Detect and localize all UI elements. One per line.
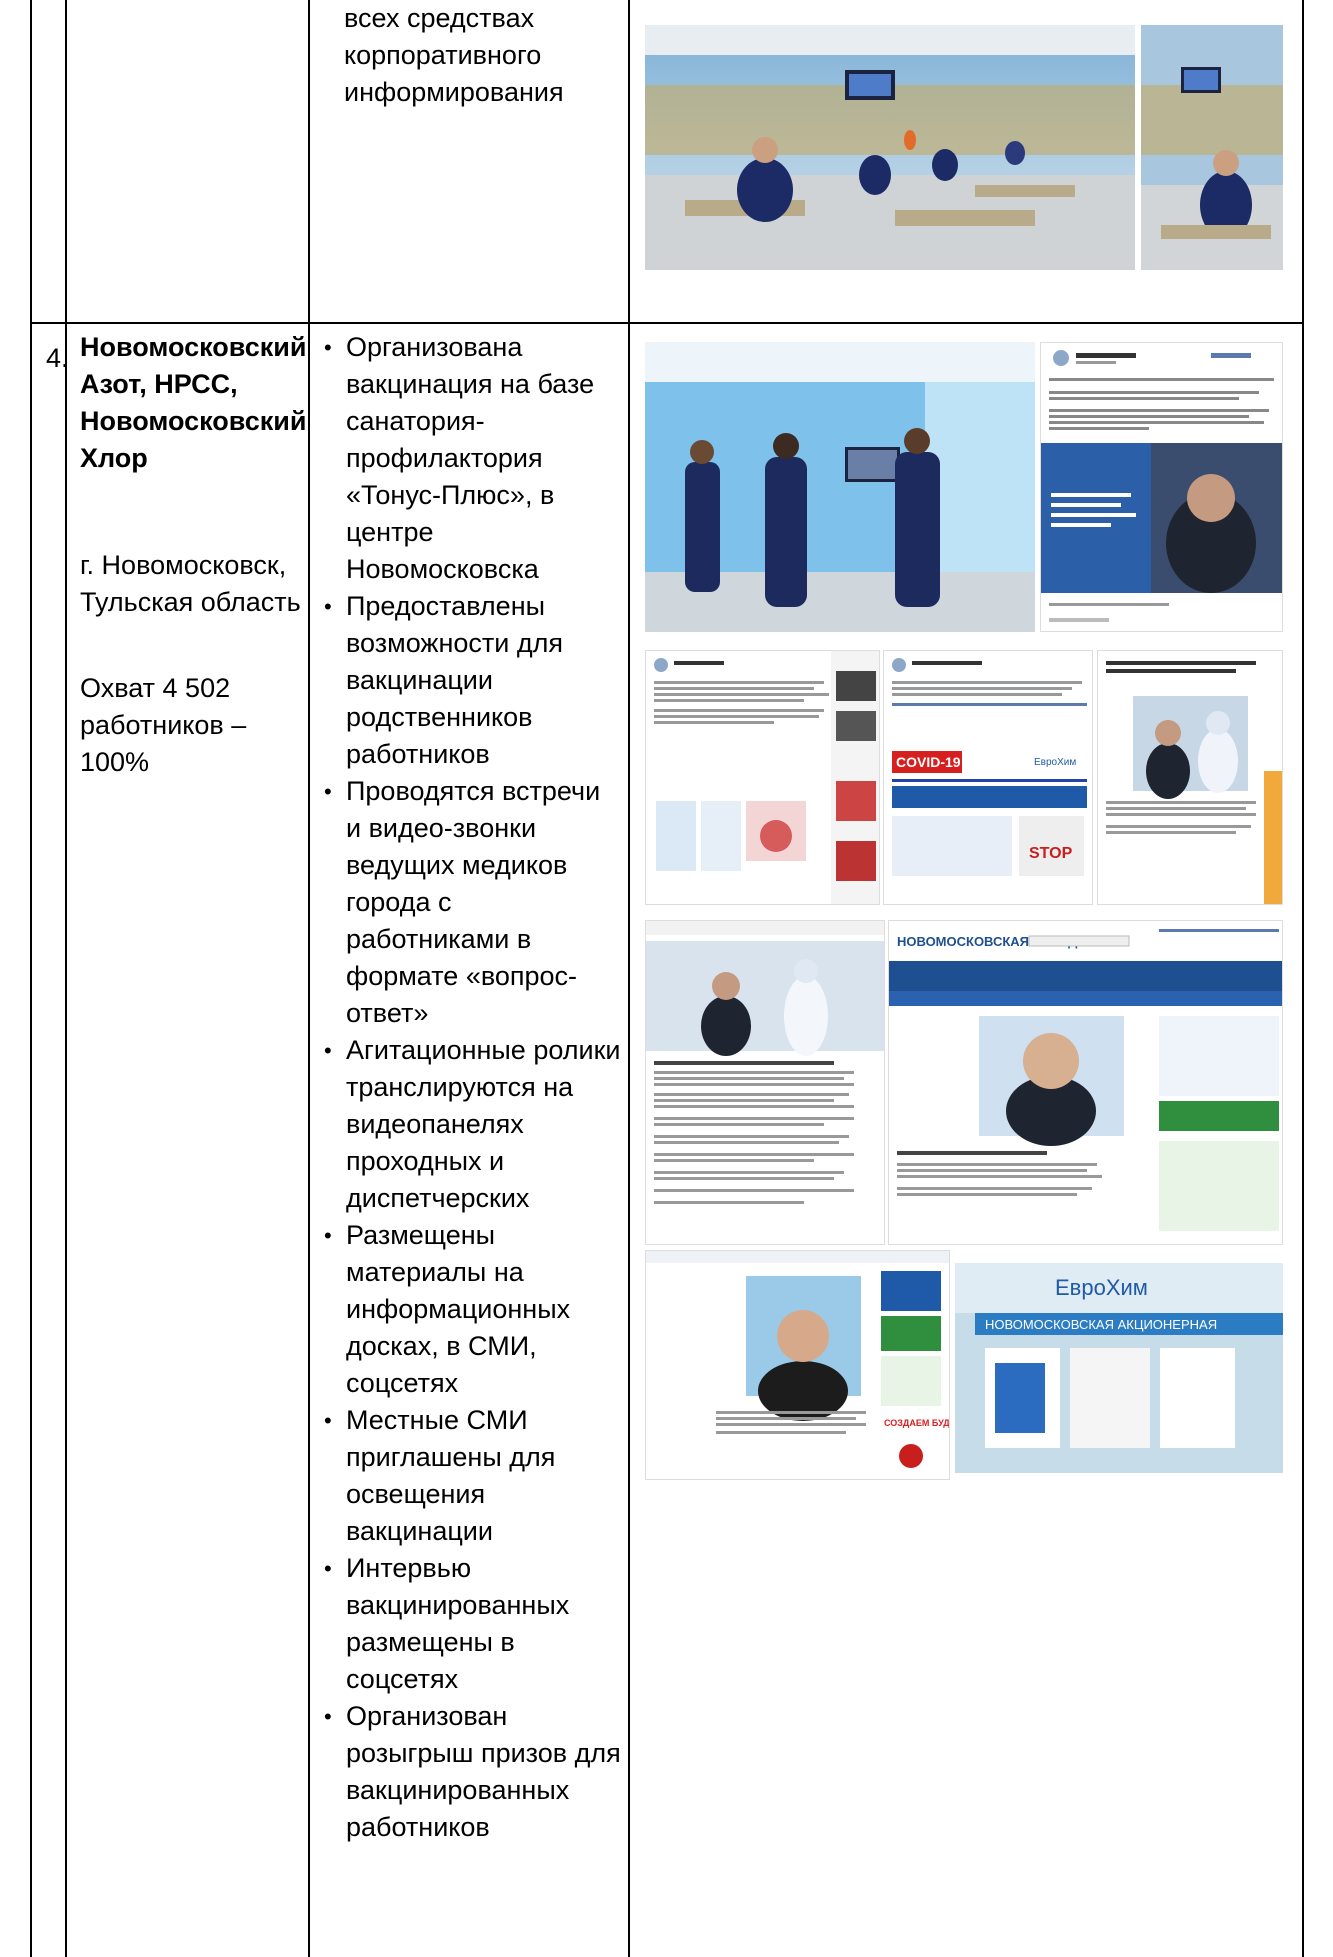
stop-label: STOP: [1029, 845, 1073, 862]
social-post-video: [1040, 342, 1283, 632]
table-border-col3: [628, 0, 630, 1957]
measure-item: Интервью вакцинированных размещены в соц…: [322, 1550, 622, 1698]
measures-list: Организована вакцинация на базе санатори…: [322, 329, 622, 1846]
hall-workers-photo: [645, 342, 1035, 632]
board-banner: НОВОМОСКОВСКАЯ АКЦИОНЕРНАЯ: [985, 1317, 1217, 1332]
row-separator: [30, 322, 1304, 324]
coverage-text: Охват 4 502 работников – 100%: [80, 673, 247, 777]
sozdaem-label: СОЗДАЕМ БУДУЩЕЕ: [884, 1418, 950, 1428]
eurochem-logo-small: ЕвроХим: [1034, 757, 1076, 768]
continuation-text: всех средствах корпоративного информиров…: [344, 3, 564, 107]
info-board-photo: ЕвроХим НОВОМОСКОВСКАЯ АКЦИОНЕРНАЯ: [955, 1263, 1283, 1473]
measure-item: Местные СМИ приглашены для освещения вак…: [322, 1402, 622, 1550]
measure-item: Проводятся встречи и видео-звонки ведущи…: [322, 773, 622, 1032]
social-post-screenshot-1: [645, 650, 880, 905]
canteen-photo-large: [645, 25, 1135, 270]
measure-item: Организован розыгрыш призов для вакцинир…: [322, 1698, 622, 1846]
row-number: 4.: [46, 343, 69, 373]
news-site-screenshot: [645, 920, 885, 1245]
newspaper-site-screenshot: НОВОМОСКОВСКАЯ ПРАВДА: [888, 920, 1283, 1245]
company-names: Новомосковский Азот, НРСС, Новомосковски…: [80, 332, 307, 473]
measure-item: Агитационные ролики транслируются на вид…: [322, 1032, 622, 1217]
covid-post-screenshot: COVID-19 ЕвроХим STOP: [883, 650, 1093, 905]
table-border-col2: [308, 0, 310, 1957]
eurochem-logo: ЕвроХим: [1055, 1275, 1148, 1300]
covid-label: COVID-19: [896, 754, 961, 770]
table-border-col1: [65, 0, 67, 1957]
measure-item: Предоставлены возможности для вакцинации…: [322, 588, 622, 773]
canteen-photo-small: [1141, 25, 1283, 270]
measure-item: Размещены материалы на информационных до…: [322, 1217, 622, 1402]
vaccination-news-screenshot: [1097, 650, 1283, 905]
table-border-left: [30, 0, 32, 1957]
city-location: г. Новомосковск, Тульская область: [80, 550, 301, 617]
measure-item: Организована вакцинация на базе санатори…: [322, 329, 622, 588]
table-border-right: [1302, 0, 1304, 1957]
interview-screenshot: СОЗДАЕМ БУДУЩЕЕ: [645, 1250, 950, 1480]
